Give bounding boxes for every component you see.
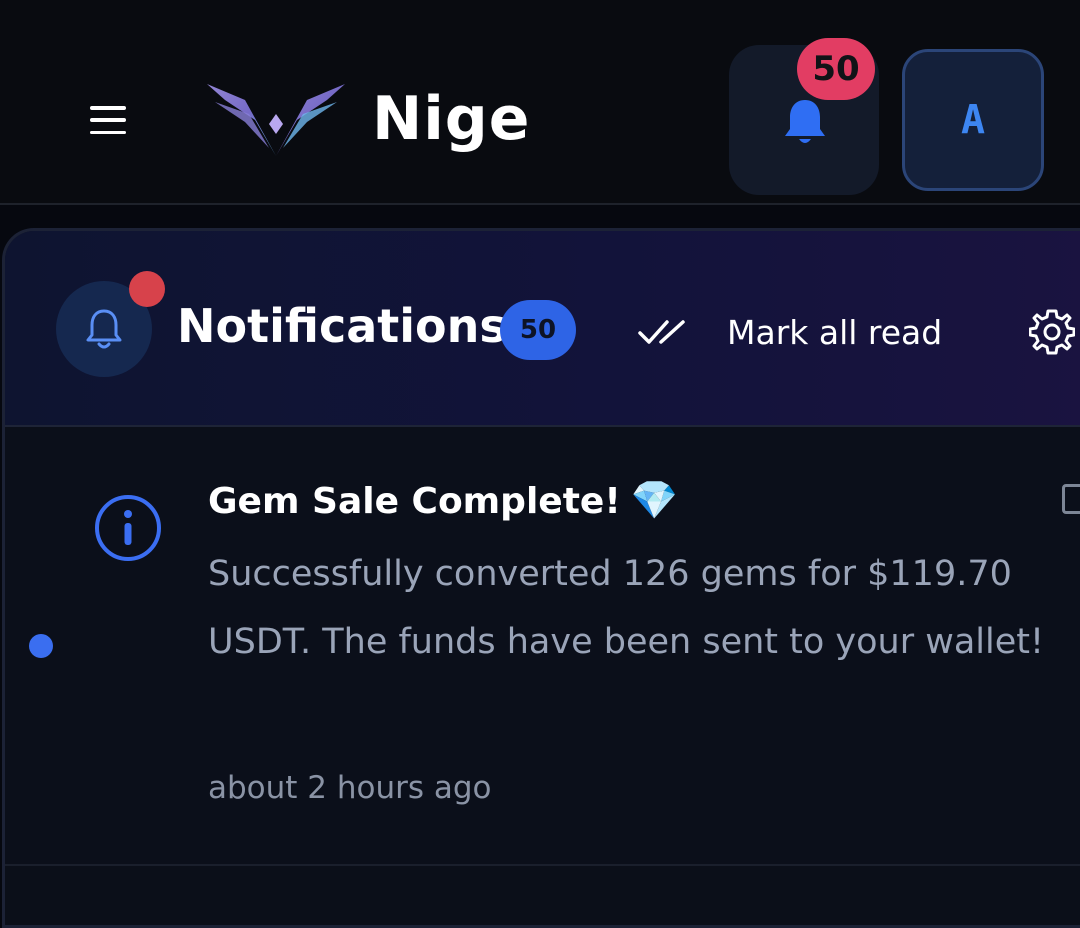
gear-icon[interactable] — [1029, 309, 1075, 355]
bell-outline-icon — [86, 309, 122, 349]
panel-title: Notifications — [177, 299, 507, 353]
hamburger-menu-icon[interactable] — [84, 100, 132, 140]
mark-all-read-button[interactable]: Mark all read — [637, 307, 942, 357]
notification-time: about 2 hours ago — [208, 770, 492, 806]
external-link-icon[interactable] — [1062, 484, 1080, 514]
notification-title: Gem Sale Complete! 💎 — [208, 478, 678, 523]
bell-icon — [785, 100, 825, 143]
notifications-header: Notifications 50 Mark all read — [5, 231, 1080, 427]
double-check-icon — [638, 320, 685, 344]
top-bar: Nige 50 A — [0, 0, 1080, 205]
notification-count-badge: 50 — [797, 38, 875, 100]
gem-emoji-icon: 💎 — [630, 478, 679, 522]
unread-indicator-dot — [129, 271, 165, 307]
notification-title-text: Gem Sale Complete! — [208, 481, 621, 522]
panel-count-badge: 50 — [500, 300, 576, 360]
unread-dot — [29, 634, 53, 658]
info-icon — [95, 495, 161, 561]
notification-body: Successfully converted 126 gems for $119… — [208, 554, 1045, 662]
logo-wings-icon — [207, 84, 345, 156]
user-avatar[interactable]: A — [902, 49, 1044, 191]
brand-name: Nige — [372, 84, 531, 154]
mark-all-read-label: Mark all read — [727, 312, 943, 352]
